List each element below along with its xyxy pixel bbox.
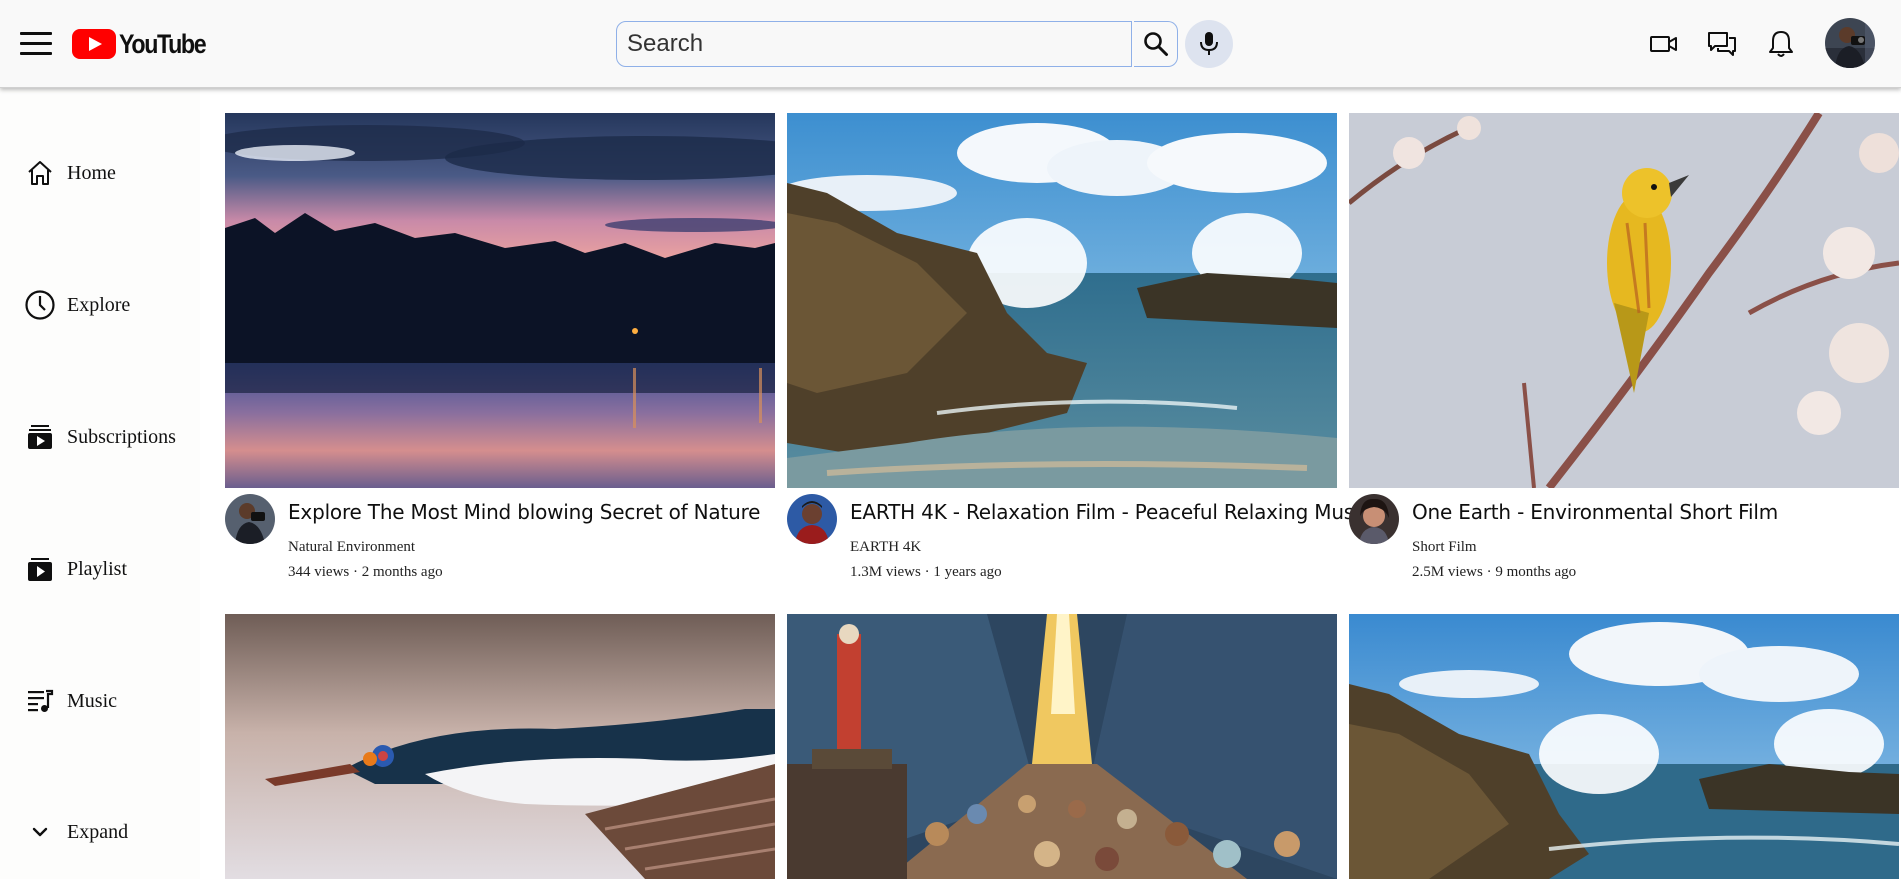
video-card[interactable]: One Earth - Environmental Short Film Sho…	[1349, 113, 1899, 588]
video-meta: One Earth - Environmental Short Film Sho…	[1349, 488, 1899, 588]
channel-avatar[interactable]	[1349, 494, 1399, 544]
upload-age: 2 months ago	[361, 564, 443, 580]
search-input[interactable]	[616, 21, 1132, 67]
sidebar: Home Explore Subscriptions Playlist Musi…	[0, 88, 200, 879]
channel-avatar-image	[787, 494, 837, 544]
mic-icon	[1200, 32, 1218, 55]
youtube-logo[interactable]: YouTube	[72, 29, 219, 59]
sidebar-item-label: Playlist	[67, 557, 128, 580]
video-card[interactable]: EARTH 4K - Relaxation Film - Peaceful Re…	[787, 113, 1370, 588]
video-card[interactable]	[1349, 614, 1899, 879]
voice-search-button[interactable]	[1185, 20, 1233, 68]
video-thumbnail[interactable]	[225, 614, 775, 879]
search-icon	[1143, 32, 1168, 56]
sunset-lake-thumbnail-image	[225, 113, 775, 488]
top-header: YouTube	[0, 0, 1901, 88]
sidebar-item-explore[interactable]: Explore	[24, 285, 130, 325]
video-meta: Explore The Most Mind blowing Secret of …	[225, 488, 775, 588]
sidebar-item-label: Explore	[67, 293, 131, 316]
video-card[interactable]	[787, 614, 1337, 879]
ocean-rocks-thumbnail-image	[787, 113, 1337, 488]
search-bar	[616, 21, 1178, 67]
bell-icon	[1769, 31, 1793, 57]
create-video-button[interactable]	[1648, 28, 1680, 60]
cormorant-thumbnail-image	[225, 614, 775, 879]
channel-avatar[interactable]	[225, 494, 275, 544]
video-thumbnail[interactable]	[225, 113, 775, 488]
video-title[interactable]: One Earth - Environmental Short Film	[1412, 500, 1778, 524]
channel-avatar-image	[1349, 494, 1399, 544]
channel-name[interactable]: EARTH 4K	[850, 539, 921, 556]
video-card[interactable]: Explore The Most Mind blowing Secret of …	[225, 113, 775, 588]
sidebar-item-label: Subscriptions	[67, 425, 176, 448]
music-queue-icon	[24, 685, 56, 717]
video-camera-icon	[1650, 36, 1677, 52]
video-thumbnail[interactable]	[787, 614, 1337, 879]
user-avatar[interactable]	[1825, 18, 1875, 68]
sidebar-item-label: Expand	[67, 820, 129, 843]
video-title[interactable]: Explore The Most Mind blowing Secret of …	[288, 500, 760, 524]
video-thumbnail[interactable]	[1349, 113, 1899, 488]
sidebar-item-label: Home	[67, 161, 116, 184]
sidebar-item-music[interactable]: Music	[24, 681, 117, 721]
view-count: 1.3M views	[850, 564, 921, 580]
video-thumbnail[interactable]	[787, 113, 1337, 488]
sidebar-item-label: Music	[67, 689, 117, 712]
video-card[interactable]	[225, 614, 775, 879]
view-count: 344 views	[288, 564, 350, 580]
video-thumbnail[interactable]	[1349, 614, 1899, 879]
view-count: 2.5M views	[1412, 564, 1483, 580]
search-button[interactable]	[1134, 21, 1178, 67]
parting-sea-thumbnail-image	[787, 614, 1337, 879]
notifications-button[interactable]	[1765, 28, 1797, 60]
logo-text: YouTube	[119, 28, 207, 59]
sidebar-item-expand[interactable]: Expand	[24, 812, 128, 852]
video-stats: 1.3M views · 1 years ago	[850, 564, 1002, 581]
stats-separator: ·	[353, 564, 358, 580]
channel-avatar[interactable]	[787, 494, 837, 544]
stats-separator: ·	[924, 564, 930, 580]
yellow-bird-thumbnail-image	[1349, 113, 1899, 488]
youtube-play-logo-icon	[72, 29, 116, 59]
channel-name[interactable]: Short Film	[1412, 539, 1477, 556]
channel-avatar-image	[225, 494, 275, 544]
messages-button[interactable]	[1706, 28, 1738, 60]
chevron-down-icon	[24, 816, 56, 848]
video-stats: 344 views · 2 months ago	[288, 564, 443, 581]
video-stats: 2.5M views · 9 months ago	[1412, 564, 1576, 581]
clock-icon	[24, 289, 56, 321]
upload-age: 1 years ago	[933, 564, 1002, 580]
sidebar-item-home[interactable]: Home	[24, 153, 116, 193]
menu-icon[interactable]	[20, 32, 52, 56]
sidebar-item-playlist[interactable]: Playlist	[24, 549, 127, 589]
chat-icon	[1708, 32, 1736, 56]
upload-age: 9 months ago	[1495, 564, 1577, 580]
video-meta: EARTH 4K - Relaxation Film - Peaceful Re…	[787, 488, 1370, 588]
video-title[interactable]: EARTH 4K - Relaxation Film - Peaceful Re…	[850, 500, 1370, 524]
channel-name[interactable]: Natural Environment	[288, 539, 415, 556]
user-avatar-image	[1825, 18, 1875, 68]
home-icon	[24, 157, 56, 189]
playlist-icon	[24, 553, 56, 585]
stats-separator: ·	[1486, 564, 1492, 580]
sidebar-item-subscriptions[interactable]: Subscriptions	[24, 417, 176, 457]
subscriptions-icon	[24, 421, 56, 453]
ocean-waves-thumbnail-image	[1349, 614, 1899, 879]
